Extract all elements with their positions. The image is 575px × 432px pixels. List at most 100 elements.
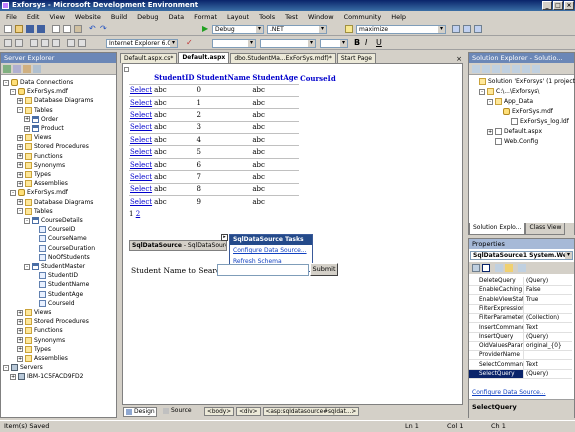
save-all-icon[interactable] bbox=[37, 25, 45, 33]
expand-icon[interactable]: + bbox=[487, 128, 493, 135]
server-tree-node[interactable]: + Product bbox=[24, 124, 64, 133]
property-value[interactable]: (Query) bbox=[524, 277, 548, 285]
font-combo[interactable] bbox=[260, 39, 316, 48]
server-tree-node[interactable]: StudentAge bbox=[31, 290, 83, 299]
configure-data-source-link[interactable]: Configure Data Source... bbox=[230, 245, 312, 256]
solution-tree-node[interactable]: + Default.aspx bbox=[487, 127, 542, 136]
property-row[interactable]: ProviderName bbox=[469, 351, 572, 361]
indent-icon[interactable] bbox=[15, 39, 23, 47]
platform-combo[interactable]: .NET bbox=[267, 25, 327, 34]
sqldatasource-control[interactable]: SqlDataSource - SqlDataSource1 bbox=[129, 240, 227, 251]
select-link[interactable]: Select bbox=[129, 157, 154, 171]
property-row[interactable]: OldValuesParar original_{0} bbox=[469, 342, 572, 352]
server-tree-node[interactable]: + Views bbox=[17, 133, 51, 142]
breadcrumb-item[interactable]: <asp:sqldatasource#sqldat...> bbox=[262, 407, 360, 416]
server-tree-node[interactable]: NoOfStudents bbox=[31, 253, 90, 262]
copy-website-icon[interactable] bbox=[522, 65, 530, 73]
expand-icon[interactable]: + bbox=[10, 373, 16, 380]
expand-icon[interactable]: + bbox=[17, 134, 23, 141]
server-tree-node[interactable]: - CourseDetails bbox=[24, 216, 83, 225]
connect-database-icon[interactable] bbox=[23, 65, 31, 73]
properties-icon[interactable] bbox=[472, 65, 480, 73]
menu-file[interactable]: File bbox=[6, 13, 17, 21]
tab-solution-explo[interactable]: Solution Explo... bbox=[469, 223, 526, 235]
refresh-icon[interactable] bbox=[482, 65, 490, 73]
expand-icon[interactable]: + bbox=[17, 162, 23, 169]
server-tree-node[interactable]: - Data Connections bbox=[3, 78, 73, 87]
menu-test[interactable]: Test bbox=[285, 13, 298, 21]
solution-tree-node[interactable]: - App_Data bbox=[487, 97, 533, 106]
refresh-icon[interactable] bbox=[3, 65, 11, 73]
server-tree-node[interactable]: CourseID bbox=[31, 225, 75, 234]
server-tree-node[interactable]: + Order bbox=[24, 115, 58, 124]
solution-explorer-icon[interactable] bbox=[452, 25, 460, 33]
gridview[interactable]: StudentID StudentName StudentAge CourseId S… bbox=[124, 67, 337, 218]
property-pages-icon[interactable] bbox=[518, 264, 526, 272]
tab-default-aspx[interactable]: Default.aspx bbox=[178, 52, 230, 63]
student-name-input[interactable] bbox=[217, 264, 309, 276]
tab-class-view[interactable]: Class View bbox=[525, 223, 566, 235]
smart-tag-arrow-icon[interactable]: ▸ bbox=[221, 234, 228, 241]
solution-tree-node[interactable]: ExForSys.mdf bbox=[495, 107, 553, 116]
select-link[interactable]: Select bbox=[129, 83, 154, 97]
menu-build[interactable]: Build bbox=[111, 13, 127, 21]
menu-edit[interactable]: Edit bbox=[27, 13, 40, 21]
select-link[interactable]: Select bbox=[129, 145, 154, 159]
server-tree-node[interactable]: CourseDuration bbox=[31, 244, 95, 253]
server-tree-node[interactable]: + Assemblies bbox=[17, 354, 68, 363]
collapse-icon[interactable]: - bbox=[24, 217, 30, 224]
expand-icon[interactable]: + bbox=[17, 171, 23, 178]
server-tree-node[interactable]: StudentID bbox=[31, 271, 78, 280]
property-value[interactable]: True bbox=[524, 296, 538, 304]
expand-icon[interactable]: + bbox=[17, 327, 23, 334]
server-tree-node[interactable]: - ExForSys.mdf bbox=[10, 188, 68, 197]
select-link[interactable]: Select bbox=[129, 95, 154, 109]
events-icon[interactable] bbox=[505, 264, 513, 272]
property-value[interactable]: Text bbox=[524, 324, 538, 332]
solution-tree-node[interactable]: Solution 'ExForsys' (1 project) bbox=[471, 77, 575, 86]
minimize-button[interactable]: _ bbox=[542, 1, 552, 10]
server-tree-node[interactable]: - Tables bbox=[17, 207, 53, 216]
server-tree-node[interactable]: StudentName bbox=[31, 280, 89, 289]
property-value[interactable] bbox=[524, 351, 526, 359]
expand-icon[interactable]: + bbox=[17, 318, 23, 325]
property-row[interactable]: InsertQuery (Query) bbox=[469, 332, 572, 342]
select-link[interactable]: Select bbox=[129, 120, 154, 134]
property-row[interactable]: DeleteQuery (Query) bbox=[469, 277, 572, 286]
style-combo[interactable] bbox=[212, 39, 256, 48]
tab-default-aspx-cs[interactable]: Default.aspx.cs* bbox=[120, 53, 178, 63]
menu-window[interactable]: Window bbox=[308, 13, 334, 21]
comment-icon[interactable] bbox=[67, 39, 75, 47]
align-right-icon[interactable] bbox=[52, 39, 60, 47]
connect-server-icon[interactable] bbox=[33, 65, 41, 73]
property-row[interactable]: EnableCaching False bbox=[469, 286, 572, 296]
property-row[interactable]: InsertCommand Text bbox=[469, 323, 572, 333]
nest-files-icon[interactable] bbox=[492, 65, 500, 73]
maximize-button[interactable]: □ bbox=[553, 1, 563, 10]
menu-view[interactable]: View bbox=[49, 13, 64, 21]
menu-community[interactable]: Community bbox=[344, 13, 382, 21]
server-tree-node[interactable]: + Types bbox=[17, 345, 51, 354]
property-value[interactable]: (Collection) bbox=[524, 314, 559, 322]
server-tree-node[interactable]: CourseId bbox=[31, 299, 75, 308]
collapse-icon[interactable]: - bbox=[10, 88, 16, 95]
solution-tree-node[interactable]: Web.Config bbox=[487, 137, 538, 146]
categorized-icon[interactable] bbox=[472, 264, 480, 272]
property-row[interactable]: SelectComman Text bbox=[469, 360, 572, 370]
menu-debug[interactable]: Debug bbox=[137, 13, 158, 21]
collapse-icon[interactable]: - bbox=[17, 208, 23, 215]
property-value[interactable]: False bbox=[524, 286, 541, 294]
expand-icon[interactable]: + bbox=[24, 125, 30, 132]
size-combo[interactable] bbox=[320, 39, 348, 48]
configure-data-source-command[interactable]: Configure Data Source... bbox=[472, 389, 546, 396]
find-combo[interactable]: maximize bbox=[356, 25, 446, 34]
server-tree-node[interactable]: + Functions bbox=[17, 152, 63, 161]
property-value[interactable]: original_{0} bbox=[524, 342, 562, 350]
breadcrumb-item[interactable]: <body> bbox=[204, 407, 235, 416]
source-tab[interactable]: Source bbox=[161, 407, 195, 417]
server-tree-node[interactable]: + Database Diagrams bbox=[17, 198, 93, 207]
property-row[interactable]: FilterParameter (Collection) bbox=[469, 314, 572, 324]
asp-config-icon[interactable] bbox=[532, 65, 540, 73]
server-tree-node[interactable]: + Assemblies bbox=[17, 179, 68, 188]
server-tree-node[interactable]: + Synonyms bbox=[17, 336, 65, 345]
